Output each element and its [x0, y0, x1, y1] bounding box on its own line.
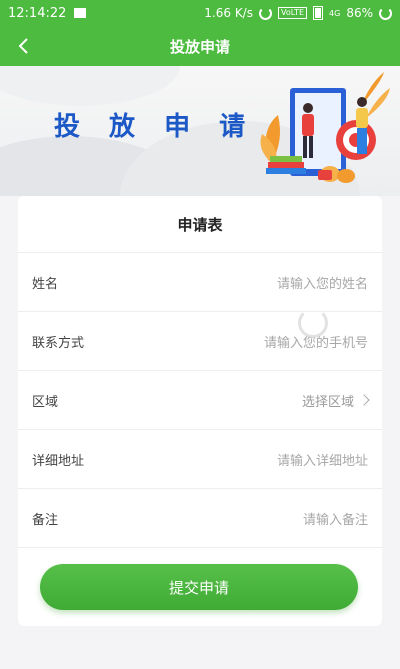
image-notification-icon — [74, 8, 87, 18]
field-phone-label: 联系方式 — [32, 335, 85, 351]
page-title: 投放申请 — [169, 37, 230, 56]
volte-badge: VoLTE — [277, 7, 308, 19]
delivery-illustration-icon — [260, 72, 390, 183]
status-bar: 12:14:22 1.66 K/s VoLTE 4G 86% — [0, 0, 400, 26]
loading-spinner-icon — [298, 308, 328, 338]
region-select-placeholder: 选择区域 — [301, 394, 354, 410]
field-name-label: 姓名 — [32, 276, 59, 292]
field-region-label: 区域 — [32, 394, 59, 410]
signal-4g-icon: 4G — [329, 8, 341, 18]
navbar: 投放申请 — [0, 26, 400, 66]
alarm-icon — [258, 6, 272, 20]
field-region-row[interactable]: 区域 选择区域 — [18, 371, 382, 430]
loading-icon — [379, 6, 392, 20]
field-name-row[interactable]: 姓名 请输入您的姓名 — [18, 253, 382, 312]
field-address-label: 详细地址 — [32, 453, 85, 469]
status-time: 12:14:22 — [8, 5, 67, 21]
name-input[interactable]: 请输入您的姓名 — [277, 273, 368, 292]
banner: 投 放 申 请 — [0, 66, 400, 196]
field-remark-label: 备注 — [32, 512, 59, 528]
address-input[interactable]: 请输入详细地址 — [277, 450, 368, 469]
field-remark-row[interactable]: 备注 请输入备注 — [18, 489, 382, 548]
vibrate-icon — [313, 6, 324, 20]
network-speed: 1.66 K/s — [204, 6, 253, 20]
submit-button[interactable]: 提交申请 — [40, 564, 358, 610]
remark-input[interactable]: 请输入备注 — [303, 509, 368, 528]
back-button[interactable] — [10, 32, 38, 60]
application-form-card: 申请表 姓名 请输入您的姓名 联系方式 请输入您的手机号 区域 选择区域 详细地… — [18, 196, 382, 626]
status-right: 1.66 K/s VoLTE 4G 86% — [204, 6, 392, 20]
region-select[interactable]: 选择区域 — [301, 391, 370, 410]
banner-heading: 投 放 申 请 — [54, 112, 256, 142]
battery-level: 86% — [346, 6, 373, 20]
chevron-right-icon — [358, 394, 370, 406]
field-address-row[interactable]: 详细地址 请输入详细地址 — [18, 430, 382, 489]
form-title: 申请表 — [18, 196, 382, 253]
chevron-left-icon — [18, 38, 28, 54]
